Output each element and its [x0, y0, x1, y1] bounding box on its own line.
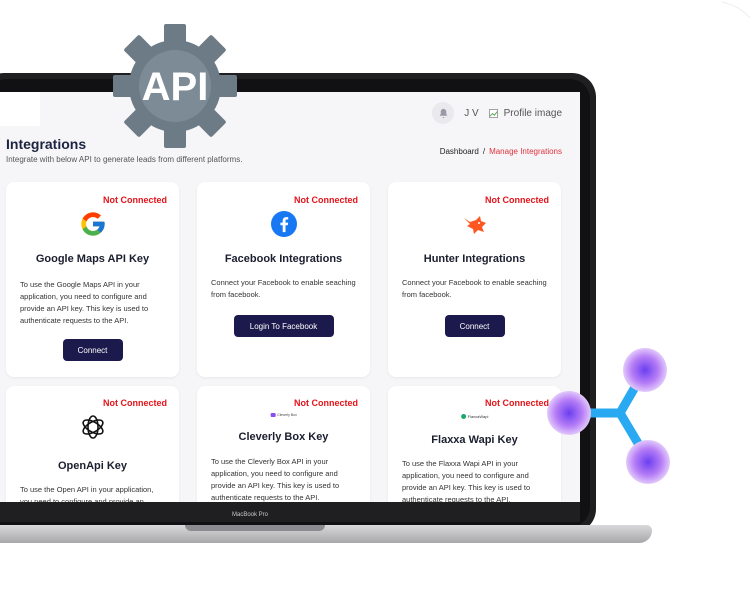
laptop-base: [0, 525, 652, 543]
flaxxa-wapi-logo: FlaxxaWapi: [460, 414, 489, 419]
breadcrumb-dashboard-link[interactable]: Dashboard: [440, 147, 479, 156]
api-gear-icon: API: [113, 24, 237, 148]
flaxxa-wapi-logo-text: FlaxxaWapi: [467, 414, 489, 419]
molecule-network-icon: [547, 348, 670, 484]
card-title: OpenApi Key: [57, 460, 128, 472]
profile-image-alt: Profile image: [503, 107, 562, 119]
hunter-fox-icon: [462, 214, 488, 241]
cleverly-box-logo-text: Cleverly Box: [277, 413, 297, 417]
notification-button[interactable]: [432, 102, 455, 124]
status-badge: Not Connected: [294, 398, 358, 408]
card-description: To use the Flaxxa Wapi API in your appli…: [402, 459, 531, 502]
card-description: To use the Google Maps API in your appli…: [20, 280, 149, 325]
card-title: Flaxxa Wapi Key: [431, 434, 518, 446]
device-label: MacBook Pro: [231, 512, 268, 518]
flaxxa-wapi-mark: [460, 414, 466, 419]
connect-button[interactable]: Connect: [444, 315, 505, 337]
google-icon: [79, 210, 107, 243]
card-title: Facebook Integrations: [224, 253, 343, 265]
topbar-user-area: J V Profile image: [432, 102, 562, 124]
broken-image-icon: [488, 108, 498, 118]
cleverly-box-mark: [270, 413, 276, 417]
card-title: Hunter Integrations: [423, 253, 526, 265]
card-title: Google Maps API Key: [35, 253, 150, 265]
card-description: To use the Open API in your application,…: [20, 485, 154, 502]
laptop-base-notch: [185, 525, 325, 531]
card-description: Connect your Facebook to enable seaching…: [211, 278, 356, 299]
integration-card-flaxxa-wapi: Not Connected FlaxxaWapi Flaxxa Wapi Key…: [388, 386, 561, 502]
page-subtitle: Integrate with below API to generate lea…: [6, 155, 243, 164]
integration-card-cleverly-box: Not Connected Cleverly Box Cleverly Box …: [197, 386, 370, 502]
status-badge: Not Connected: [485, 195, 549, 205]
facebook-icon: [270, 211, 297, 242]
app-logo-area: [0, 92, 40, 126]
card-title: Cleverly Box Key: [238, 431, 329, 443]
decorative-arc: [721, 1, 751, 19]
card-description: To use the Cleverly Box API in your appl…: [211, 457, 340, 502]
breadcrumb-current: Manage Integrations: [489, 147, 562, 156]
cleverly-box-logo: Cleverly Box: [270, 413, 297, 417]
integration-card-google: Not Connected Google Maps API Key To use…: [6, 182, 179, 377]
login-to-facebook-button[interactable]: Login To Facebook: [233, 315, 334, 337]
integration-card-facebook: Not Connected Facebook Integrations Conn…: [197, 182, 370, 377]
breadcrumb-separator: /: [482, 147, 486, 156]
card-description: Connect your Facebook to enable seaching…: [402, 278, 547, 299]
page-title: Integrations: [6, 136, 87, 152]
user-initials[interactable]: J V: [464, 108, 478, 119]
status-badge: Not Connected: [103, 195, 167, 205]
status-badge: Not Connected: [294, 195, 358, 205]
breadcrumb: Dashboard / Manage Integrations: [440, 147, 562, 156]
integration-card-hunter: Not Connected Hunter Integrations Connec…: [388, 182, 561, 377]
api-gear-label: API: [142, 65, 209, 109]
connect-button[interactable]: Connect: [62, 339, 123, 361]
openai-icon: [79, 413, 107, 446]
status-badge: Not Connected: [103, 398, 167, 408]
app-screen: J V Profile image Integrations Integrate…: [0, 92, 580, 502]
profile-menu[interactable]: Profile image: [488, 107, 562, 119]
bell-icon: [439, 108, 447, 118]
integration-card-openai: Not Connected OpenApi Key To use the Ope…: [6, 386, 179, 502]
